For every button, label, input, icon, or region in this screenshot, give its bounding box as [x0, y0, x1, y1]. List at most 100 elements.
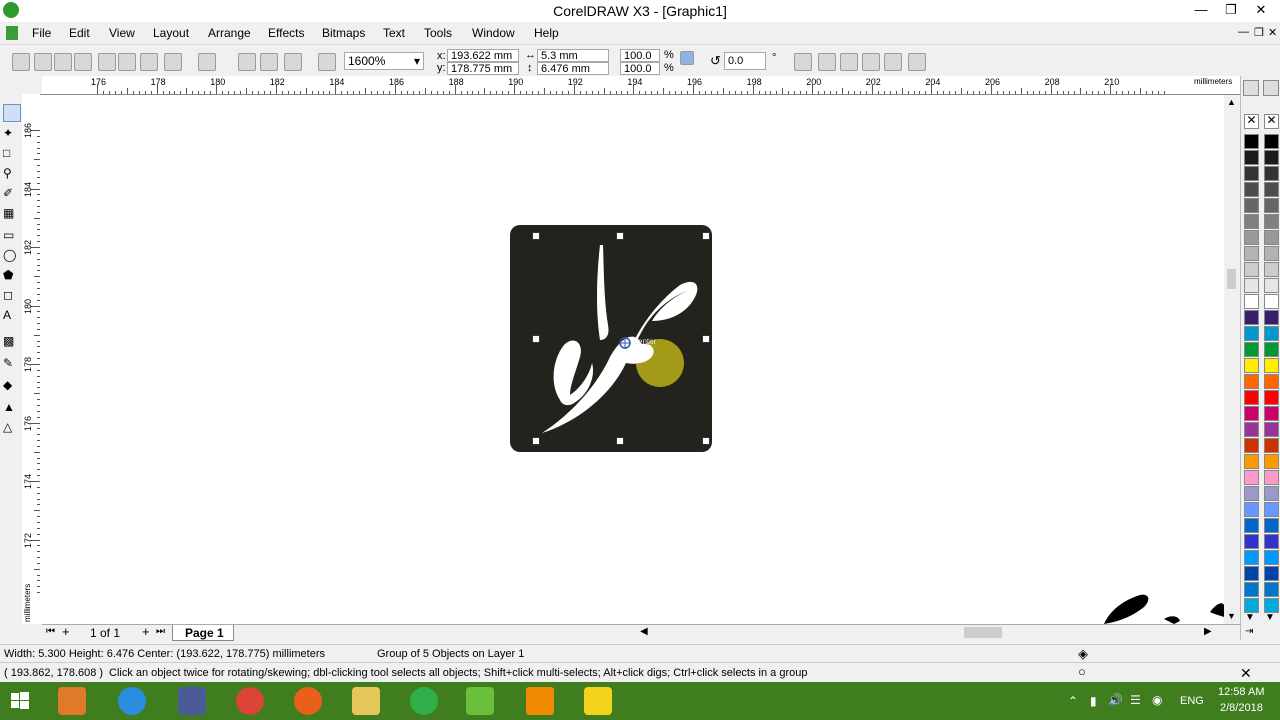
undo-icon[interactable] [164, 53, 182, 71]
quicktime-icon[interactable] [178, 687, 206, 715]
menu-effects[interactable]: Effects [268, 26, 304, 40]
eyedropper-tool-icon[interactable]: ✎ [3, 356, 19, 372]
color-swatch[interactable] [1244, 550, 1259, 565]
selection-handle-top[interactable] [616, 232, 624, 240]
menu-bitmaps[interactable]: Bitmaps [322, 26, 365, 40]
start-button[interactable] [6, 687, 34, 715]
menu-layout[interactable]: Layout [153, 26, 189, 40]
color-swatch[interactable] [1264, 566, 1279, 581]
color-swatch[interactable] [1244, 230, 1259, 245]
color-swatch[interactable] [1264, 150, 1279, 165]
close-button[interactable]: ✕ [1246, 0, 1276, 20]
ellipse-tool-icon[interactable]: ◯ [3, 248, 19, 264]
vlc-icon[interactable] [526, 687, 554, 715]
palette-scroll-down-icon-2[interactable]: ▼ [1265, 612, 1275, 623]
color-swatch[interactable] [1244, 422, 1259, 437]
rotation-angle-field[interactable]: 0.0 [724, 52, 766, 70]
color-swatch[interactable] [1264, 214, 1279, 229]
menu-text[interactable]: Text [383, 26, 405, 40]
color-swatch[interactable] [1244, 182, 1259, 197]
color-swatch[interactable] [1244, 582, 1259, 597]
color-swatch[interactable] [1264, 230, 1279, 245]
lock-ratio-icon[interactable] [680, 51, 694, 65]
color-swatch[interactable] [1264, 422, 1279, 437]
new-icon[interactable] [12, 53, 30, 71]
polygon-tool-icon[interactable]: ⬟ [3, 268, 19, 284]
doc-restore-button[interactable]: ❐ [1254, 26, 1264, 39]
file-explorer-icon[interactable] [352, 687, 380, 715]
rectangle-tool-icon[interactable]: ▭ [3, 228, 19, 244]
save-icon[interactable] [54, 53, 72, 71]
color-swatch[interactable] [1244, 326, 1259, 341]
chevron-down-icon[interactable]: ▾ [414, 53, 420, 69]
pick-tool-icon[interactable] [3, 104, 21, 122]
selection-handle-bottom-left[interactable] [532, 437, 540, 445]
palette-scroll-down-icon[interactable]: ▼ [1245, 612, 1255, 623]
menu-window[interactable]: Window [472, 26, 515, 40]
menu-view[interactable]: View [109, 26, 135, 40]
combine-icon[interactable] [862, 53, 880, 71]
color-swatch[interactable] [1264, 518, 1279, 533]
color-swatch[interactable] [1244, 358, 1259, 373]
color-swatch[interactable] [1264, 278, 1279, 293]
menu-edit[interactable]: Edit [69, 26, 90, 40]
color-swatch[interactable] [1264, 406, 1279, 421]
restore-button[interactable]: ❐ [1216, 0, 1246, 20]
internet-explorer-icon[interactable] [118, 687, 146, 715]
cut-icon[interactable] [98, 53, 116, 71]
color-swatch[interactable] [1264, 470, 1279, 485]
language-indicator[interactable]: ENG [1180, 695, 1204, 707]
outline-tool-icon[interactable]: ◆ [3, 378, 19, 394]
minimize-button[interactable]: — [1186, 0, 1216, 20]
color-swatch[interactable] [1264, 358, 1279, 373]
menu-help[interactable]: Help [534, 26, 559, 40]
firefox-icon[interactable] [294, 687, 322, 715]
mirror-horizontal-icon[interactable] [794, 53, 812, 71]
color-swatch[interactable] [1264, 454, 1279, 469]
color-swatch[interactable] [1244, 150, 1259, 165]
application-launcher-icon[interactable] [284, 53, 302, 71]
export-icon[interactable] [260, 53, 278, 71]
color-swatch[interactable] [1244, 166, 1259, 181]
welcome-screen-icon[interactable] [318, 53, 336, 71]
scroll-left-icon[interactable]: ◀ [640, 626, 648, 637]
chrome-icon[interactable] [236, 687, 264, 715]
import-icon[interactable] [238, 53, 256, 71]
color-swatch[interactable] [1244, 390, 1259, 405]
print-icon[interactable] [74, 53, 92, 71]
color-swatch[interactable] [1244, 262, 1259, 277]
interactive-blend-tool-icon[interactable]: ▩ [3, 334, 19, 350]
color-swatch[interactable] [1244, 198, 1259, 213]
paste-icon[interactable] [140, 53, 158, 71]
first-page-icon[interactable]: ⏮ [46, 626, 55, 637]
update-icon[interactable]: ◉ [1152, 693, 1162, 707]
color-swatch[interactable] [1244, 598, 1259, 613]
doc-minimize-button[interactable]: — [1238, 26, 1249, 38]
outline-indicator-icon[interactable]: ○ [1078, 664, 1086, 679]
color-swatch[interactable] [1244, 374, 1259, 389]
freehand-tool-icon[interactable]: ✐ [3, 186, 19, 202]
open-icon[interactable] [34, 53, 52, 71]
align-distribute-icon[interactable] [908, 53, 926, 71]
doc-close-button[interactable]: ✕ [1268, 26, 1277, 39]
selection-handle-left[interactable] [532, 335, 540, 343]
selection-handle-bottom[interactable] [616, 437, 624, 445]
color-swatch[interactable] [1244, 406, 1259, 421]
color-swatch[interactable] [1244, 310, 1259, 325]
color-swatch[interactable] [1264, 550, 1279, 565]
media-player-icon[interactable] [58, 687, 86, 715]
fill-tool-icon[interactable]: ▲ [3, 400, 19, 416]
ungroup-all-icon[interactable] [840, 53, 858, 71]
color-swatch[interactable] [1264, 326, 1279, 341]
menu-arrange[interactable]: Arrange [208, 26, 251, 40]
last-page-icon[interactable]: ⏭ [156, 626, 165, 637]
volume-icon[interactable]: 🔊 [1108, 693, 1123, 707]
color-swatch[interactable] [1264, 262, 1279, 277]
selection-handle-bottom-right[interactable] [702, 437, 710, 445]
color-swatch[interactable] [1264, 198, 1279, 213]
scale-x-field[interactable]: 100.0 [620, 49, 660, 62]
break-apart-icon[interactable] [884, 53, 902, 71]
scroll-up-icon[interactable]: ▲ [1227, 97, 1236, 107]
battery-icon[interactable]: ▮ [1090, 694, 1097, 708]
color-swatch[interactable] [1244, 470, 1259, 485]
